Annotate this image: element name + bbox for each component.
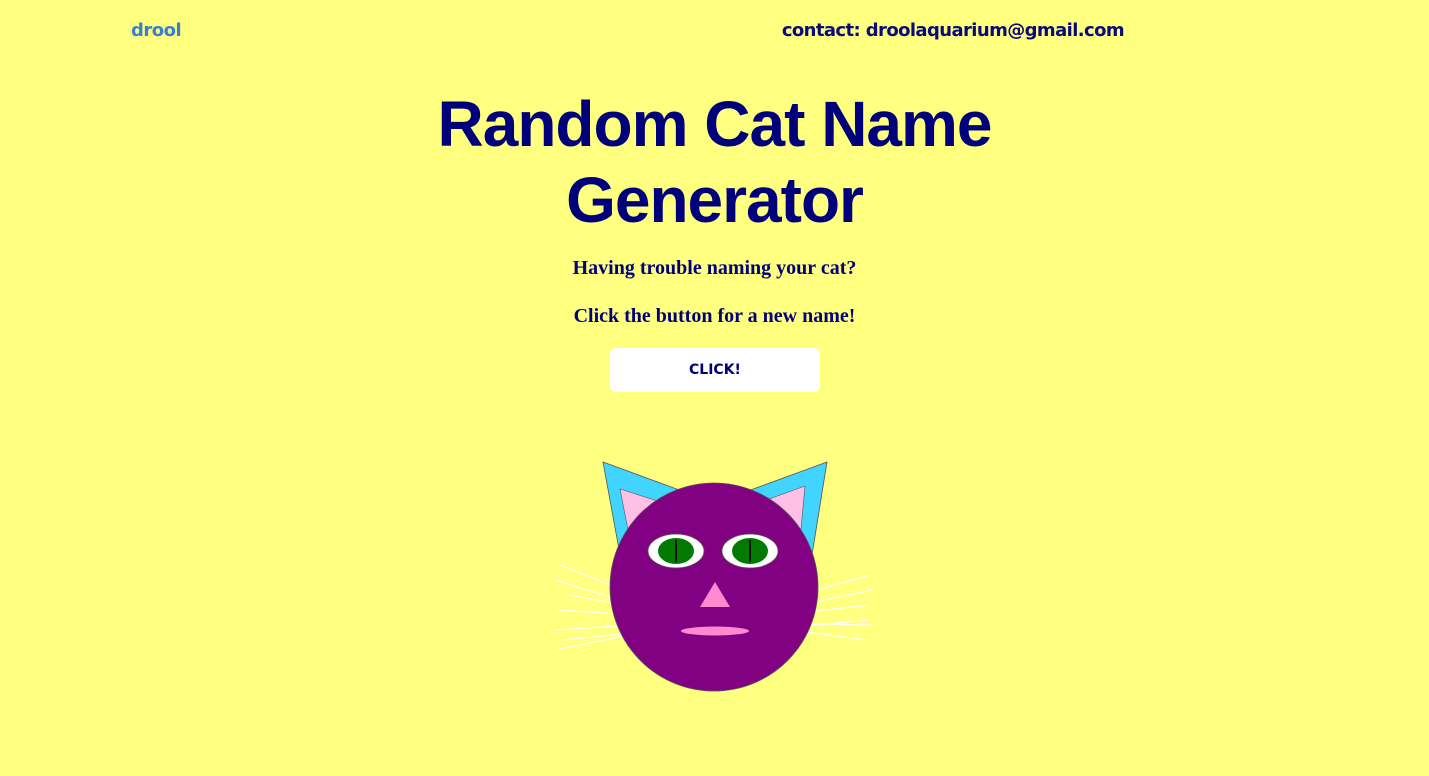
instruction-text: Click the button for a new name! (573, 305, 856, 327)
brand-link[interactable]: drool (131, 20, 182, 41)
main-content: Random Cat Name Generator Having trouble… (0, 86, 1429, 328)
top-nav: drool contact: droolaquarium@gmail.com (0, 18, 1429, 48)
cat-face-illustration (554, 461, 873, 692)
page-title: Random Cat Name Generator (437, 88, 993, 236)
contact-email: contact: droolaquarium@gmail.com (781, 20, 1125, 41)
left-eye-icon (647, 533, 705, 569)
subtitle: Having trouble naming your cat? (572, 257, 857, 279)
generate-name-button[interactable]: CLICK! (610, 348, 820, 392)
mouth-icon (681, 626, 749, 636)
right-eye-icon (721, 533, 779, 569)
